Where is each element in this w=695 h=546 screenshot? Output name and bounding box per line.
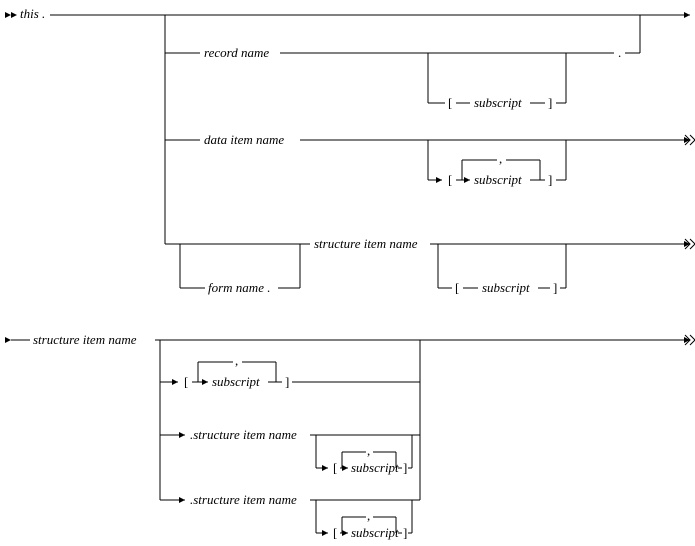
cont-nested1-subscript: [ subscript ] ,: [316, 435, 412, 475]
form-name-label: form name .: [208, 280, 270, 295]
start-marker: [5, 12, 17, 18]
rbracket: ]: [285, 374, 289, 389]
structure-item-qualifier: form name .: [180, 244, 300, 295]
data-item-subscript-label: subscript: [474, 172, 522, 187]
record-trailing-dot: .: [618, 45, 621, 60]
comma: ,: [499, 151, 502, 166]
structure-item-subscript-label: subscript: [482, 280, 530, 295]
structure-item-subscript-option: [ subscript ]: [438, 244, 566, 295]
lbracket: [: [455, 280, 459, 295]
lbracket: [: [333, 460, 337, 475]
data-item-subscript-option: [ subscript ] ,: [428, 140, 566, 187]
lbracket: [: [184, 374, 188, 389]
record-subscript-label: subscript: [474, 95, 522, 110]
lbracket: [: [448, 95, 452, 110]
cont-nested-1: .structure item name [ subscript ] ,: [160, 382, 420, 475]
structure-item-name-label: structure item name: [314, 236, 418, 251]
rbracket: ]: [403, 525, 407, 540]
cont-structure-item-name: structure item name: [33, 332, 137, 347]
cont-nested2-subscript: [ subscript ] ,: [316, 500, 412, 540]
comma: ,: [235, 353, 238, 368]
branch-data-item: data item name [ subscript ] ,: [165, 132, 695, 187]
branch-structure-item: structure item name form name . [ subscr…: [165, 236, 695, 295]
cont-nested1-label: .structure item name: [190, 427, 297, 442]
start-label: this .: [20, 6, 45, 21]
data-item-name-label: data item name: [204, 132, 284, 147]
continuation: structure item name [ subscript ] ,: [5, 332, 695, 540]
syntax-diagram: this . record name . [ subscript ]: [0, 0, 695, 546]
cont-nested2-subscript-label: subscript: [351, 525, 399, 540]
comma: ,: [367, 443, 370, 458]
cont-nested1-subscript-label: subscript: [351, 460, 399, 475]
rbracket: ]: [548, 95, 552, 110]
rbracket: ]: [553, 280, 557, 295]
record-subscript-option: [ subscript ]: [428, 53, 566, 110]
rbracket: ]: [403, 460, 407, 475]
cont-subscript-label: subscript: [212, 374, 260, 389]
lbracket: [: [333, 525, 337, 540]
lbracket: [: [448, 172, 452, 187]
cont-subscript-option: [ subscript ] ,: [160, 353, 420, 389]
cont-nested2-label: .structure item name: [190, 492, 297, 507]
cont-nested-2: .structure item name [ subscript ] ,: [160, 435, 420, 540]
record-name-label: record name: [204, 45, 269, 60]
rbracket: ]: [548, 172, 552, 187]
branch-record: record name . [ subscript ]: [165, 45, 640, 110]
comma: ,: [367, 508, 370, 523]
